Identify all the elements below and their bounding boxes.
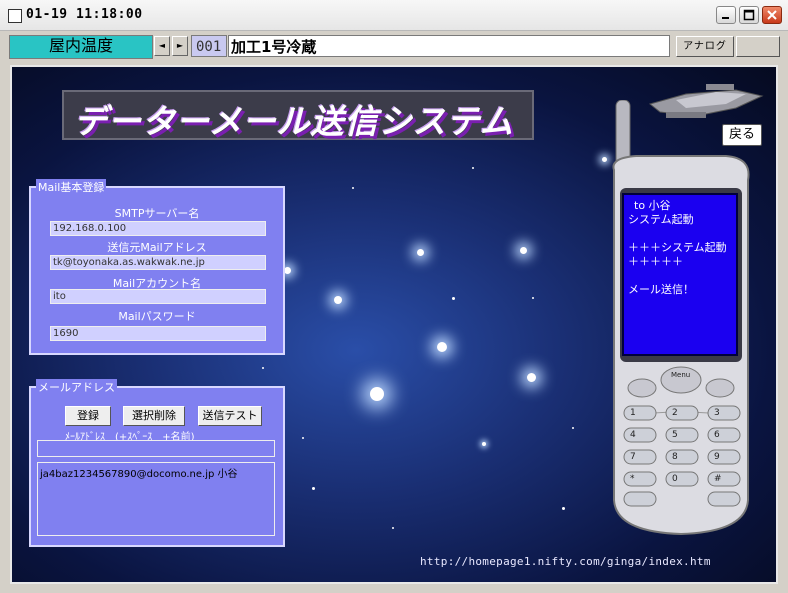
- key-0: 0: [672, 474, 678, 484]
- code-field[interactable]: 001: [191, 35, 227, 57]
- password-field[interactable]: 1690: [50, 326, 266, 341]
- star: [370, 387, 384, 401]
- star: [472, 167, 474, 169]
- analog-button[interactable]: アナログ: [676, 36, 734, 57]
- key-4: 4: [630, 430, 636, 440]
- smtp-label: SMTPサーバー名: [114, 207, 200, 220]
- smtp-field[interactable]: 192.168.0.100: [50, 221, 266, 236]
- test-send-button[interactable]: 送信テスト: [198, 406, 262, 426]
- maximize-button[interactable]: [739, 6, 759, 24]
- key-1: 1: [630, 408, 636, 418]
- back-button[interactable]: 戻る: [722, 124, 762, 146]
- next-button[interactable]: ►: [172, 36, 188, 56]
- star: [572, 427, 574, 429]
- star: [352, 187, 354, 189]
- star: [482, 442, 486, 446]
- key-7: 7: [630, 452, 636, 462]
- star: [417, 249, 424, 256]
- star: [302, 437, 304, 439]
- group-legend: Mail基本登録: [36, 179, 107, 195]
- address-list[interactable]: ja4baz1234567890@docomo.ne.jp 小谷: [37, 462, 275, 536]
- key-star: *: [630, 474, 635, 484]
- window-title: 01-19 11:18:00: [26, 7, 143, 22]
- star: [262, 367, 264, 369]
- from-address-field[interactable]: tk@toyonaka.as.wakwak.ne.jp: [50, 255, 266, 270]
- minimize-button[interactable]: [716, 6, 736, 24]
- phone-screen: to 小谷 システム起動 ＋＋＋システム起動＋＋＋＋＋ メール送信！: [622, 193, 738, 356]
- star: [392, 527, 394, 529]
- footer-url[interactable]: http://homepage1.nifty.com/ginga/index.h…: [420, 555, 711, 568]
- account-field[interactable]: ito: [50, 289, 266, 304]
- location-label: 屋内温度: [9, 35, 153, 59]
- star: [312, 487, 315, 490]
- app-icon[interactable]: [8, 9, 22, 23]
- delete-selected-button[interactable]: 選択削除: [123, 406, 185, 426]
- key-3: 3: [714, 408, 720, 418]
- minimize-icon: [722, 17, 729, 19]
- list-item[interactable]: ja4baz1234567890@docomo.ne.jp 小谷: [40, 465, 272, 480]
- name-field[interactable]: 加工1号冷蔵: [228, 35, 670, 57]
- screen-line: システム起動: [628, 213, 694, 226]
- star: [334, 296, 342, 304]
- password-label: Mailパスワード: [118, 310, 196, 323]
- toolbar: 屋内温度 ◄ ► 001 加工1号冷蔵 アナログ: [6, 33, 782, 59]
- star: [437, 342, 447, 352]
- screen-line: to 小谷: [634, 199, 671, 212]
- title-bar: 01-19 11:18:00: [0, 0, 788, 31]
- screen-line: メール送信！: [628, 283, 694, 296]
- maximize-icon: [743, 9, 755, 21]
- star: [527, 373, 536, 382]
- from-address-label: 送信元Mailアドレス: [107, 241, 207, 254]
- banner: データーメール送信システム: [62, 90, 534, 141]
- star: [452, 297, 455, 300]
- address-input[interactable]: [37, 440, 275, 457]
- star: [562, 507, 565, 510]
- star: [520, 247, 527, 254]
- prev-button[interactable]: ◄: [154, 36, 170, 56]
- star: [284, 267, 291, 274]
- key-2: 2: [672, 408, 678, 418]
- blank-button[interactable]: [736, 36, 780, 57]
- close-button[interactable]: [762, 6, 782, 24]
- screen-line: ＋＋＋システム起動＋＋＋＋＋: [628, 241, 727, 268]
- register-button[interactable]: 登録: [65, 406, 111, 426]
- banner-title: データーメール送信システム: [74, 102, 514, 141]
- mail-address-group: メールアドレス 登録 選択削除 送信テスト ﾒｰﾙｱﾄﾞﾚｽ (+ｽﾍﾟｰｽ +…: [29, 379, 285, 547]
- key-9: 9: [714, 452, 720, 462]
- star: [532, 297, 534, 299]
- group-legend: メールアドレス: [36, 379, 117, 395]
- screen-line: [628, 227, 732, 241]
- key-8: 8: [672, 452, 678, 462]
- close-icon: [767, 10, 777, 20]
- key-6: 6: [714, 430, 720, 440]
- key-hash: #: [714, 474, 722, 484]
- mail-settings-group: Mail基本登録 SMTPサーバー名 192.168.0.100 送信元Mail…: [29, 179, 285, 355]
- screen-line: [628, 269, 732, 283]
- menu-key-label: Menu: [671, 371, 691, 379]
- key-5: 5: [672, 430, 678, 440]
